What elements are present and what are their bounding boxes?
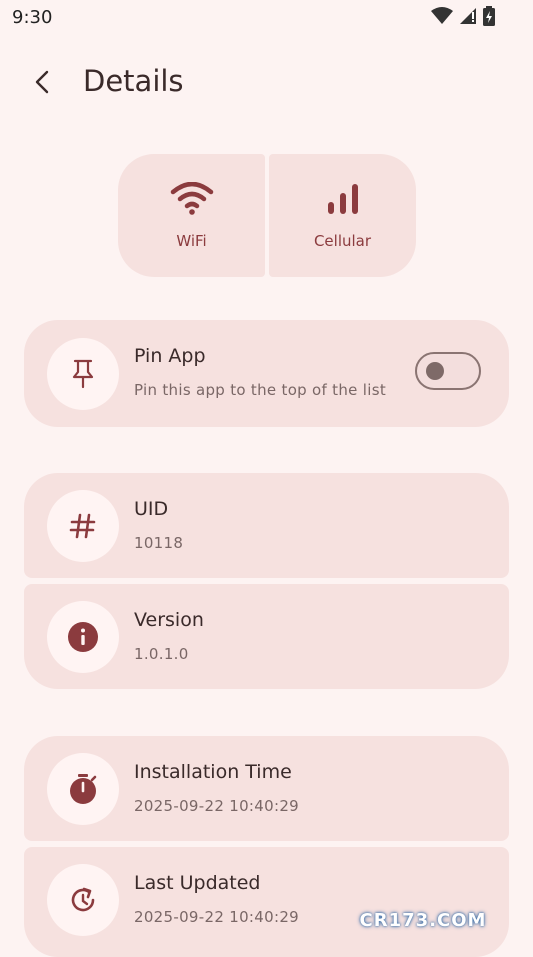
update-icon <box>71 887 95 912</box>
cellular-icon <box>327 184 358 214</box>
install-icon-container <box>47 753 119 825</box>
uid-title: UID <box>134 498 169 520</box>
uid-icon-container <box>47 490 119 562</box>
pin-app-subtitle: Pin this app to the top of the list <box>134 381 387 399</box>
arrow-back-icon <box>35 70 49 94</box>
last-updated-title: Last Updated <box>134 872 261 894</box>
watermark-text: CR173.COM <box>359 909 487 931</box>
wifi-label: WiFi <box>176 232 207 250</box>
timer-icon <box>70 774 97 804</box>
status-icons <box>431 6 495 26</box>
battery-icon <box>483 6 495 26</box>
status-time: 9:30 <box>12 7 53 28</box>
status-bar: 9:30 <box>0 0 533 36</box>
install-time-card: Installation Time 2025-09-22 10:40:29 <box>24 736 509 841</box>
pin-icon-container <box>47 338 119 410</box>
version-title: Version <box>134 609 204 631</box>
uid-card: UID 10118 <box>24 473 509 578</box>
uid-value: 10118 <box>134 534 184 552</box>
app-bar: Details <box>0 52 533 112</box>
wifi-signal-icon <box>431 7 453 24</box>
hash-icon <box>69 513 96 539</box>
network-toggle-group: WiFi Cellular <box>118 154 416 277</box>
cell-signal-icon <box>460 8 476 24</box>
wifi-button[interactable]: WiFi <box>118 154 265 277</box>
page-title: Details <box>83 64 184 98</box>
switch-knob <box>426 362 444 380</box>
cellular-button[interactable]: Cellular <box>269 154 416 277</box>
version-value: 1.0.1.0 <box>134 645 189 663</box>
back-button[interactable] <box>22 62 62 102</box>
install-time-value: 2025-09-22 10:40:29 <box>134 797 300 815</box>
pin-app-title: Pin App <box>134 345 206 367</box>
watermark-logo: CR173.COM <box>333 900 513 940</box>
cellular-label: Cellular <box>313 232 372 250</box>
info-icon <box>68 622 98 652</box>
last-updated-value: 2025-09-22 10:40:29 <box>134 908 300 926</box>
pin-icon <box>72 359 94 389</box>
install-time-title: Installation Time <box>134 761 292 783</box>
version-icon-container <box>47 601 119 673</box>
wifi-icon <box>170 182 213 215</box>
pin-app-card[interactable]: Pin App Pin this app to the top of the l… <box>24 320 509 427</box>
updated-icon-container <box>47 864 119 936</box>
pin-app-switch[interactable] <box>415 352 481 390</box>
version-card: Version 1.0.1.0 <box>24 584 509 689</box>
